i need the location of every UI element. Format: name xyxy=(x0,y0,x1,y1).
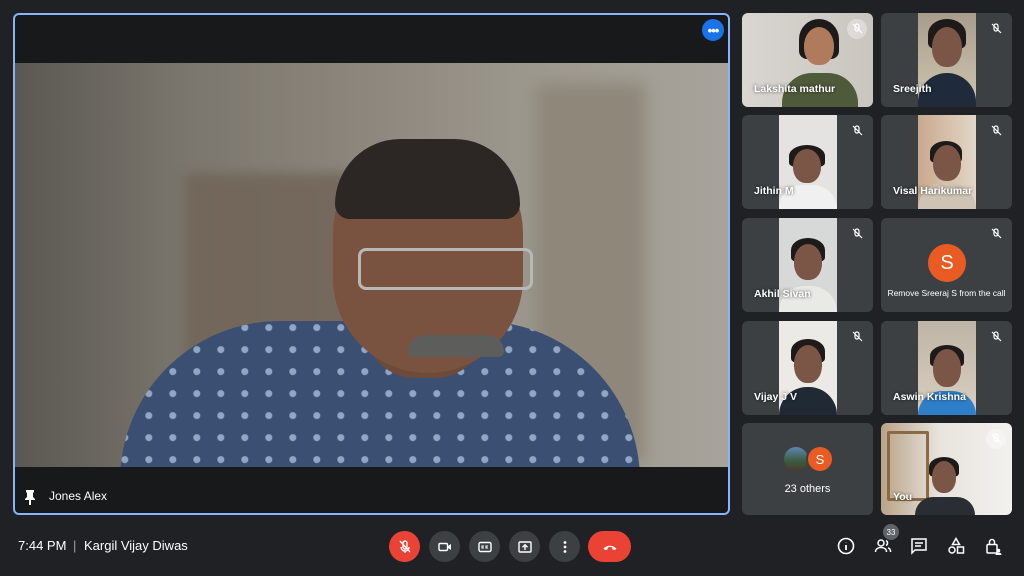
present-to-all-icon xyxy=(517,540,532,553)
meeting-details-button[interactable] xyxy=(835,535,857,557)
chat-button[interactable] xyxy=(908,535,930,557)
mic-off-icon xyxy=(847,19,867,39)
speaker-moustache xyxy=(408,335,504,357)
speaker-glasses xyxy=(358,248,533,290)
participant-name: Lakshita mathur xyxy=(754,83,836,95)
present-screen-button[interactable] xyxy=(509,531,540,562)
participant-name: Jithin M xyxy=(754,185,794,197)
participant-tile[interactable]: Sreejith xyxy=(881,13,1012,107)
avatar: S xyxy=(806,445,834,473)
chat-icon xyxy=(911,538,927,555)
mic-off-icon xyxy=(847,327,867,347)
participant-name: Sreejith xyxy=(893,83,932,95)
participant-name: Vijay J V xyxy=(754,391,798,403)
speaker-hair xyxy=(335,139,520,219)
participant-tile[interactable]: Aswin Krishna xyxy=(881,321,1012,415)
more-horiz-icon[interactable]: ••• xyxy=(702,19,724,41)
participant-tile[interactable]: S Remove Sreeraj S from the call xyxy=(881,218,1012,312)
others-tile[interactable]: S 23 others xyxy=(742,423,873,515)
activities-button[interactable] xyxy=(945,535,967,557)
more-vert-icon xyxy=(563,540,566,553)
participant-tile[interactable]: Lakshita mathur xyxy=(742,13,873,107)
captions-button[interactable] xyxy=(469,531,500,562)
activities-icon xyxy=(948,537,965,554)
mic-off-icon xyxy=(986,19,1006,39)
host-controls-button[interactable] xyxy=(982,535,1004,557)
more-options-button[interactable] xyxy=(549,531,580,562)
clock: 7:44 PM xyxy=(18,538,67,553)
participant-tile[interactable]: Akhil Sivan xyxy=(742,218,873,312)
participant-tile[interactable]: Visal Harikumar xyxy=(881,115,1012,209)
avatar: S xyxy=(928,244,966,282)
main-speaker-tile[interactable]: ••• Jones Alex xyxy=(13,13,730,515)
participant-name: You xyxy=(893,491,913,503)
others-avatars: S xyxy=(784,445,844,473)
divider: | xyxy=(73,538,77,553)
participant-name: Akhil Sivan xyxy=(754,288,811,300)
participant-name: Visal Harikumar xyxy=(893,185,973,197)
mic-off-icon xyxy=(986,121,1006,141)
mic-off-icon xyxy=(847,121,867,141)
lock-person-icon xyxy=(986,538,1002,555)
remove-participant-tooltip[interactable]: Remove Sreeraj S from the call xyxy=(881,288,1012,298)
leave-call-button[interactable] xyxy=(588,531,631,562)
others-count: 23 others xyxy=(784,483,831,495)
microphone-toggle-button[interactable] xyxy=(389,531,420,562)
mic-off-icon xyxy=(986,429,1006,449)
speaker-name: Jones Alex xyxy=(49,489,108,503)
self-tile[interactable]: You xyxy=(881,423,1012,515)
people-count-badge: 33 xyxy=(883,524,899,540)
mic-off-icon xyxy=(986,327,1006,347)
mic-off-icon xyxy=(847,224,867,244)
videocam-icon xyxy=(437,542,451,551)
camera-toggle-button[interactable] xyxy=(429,531,460,562)
mic-off-icon xyxy=(398,539,411,553)
speaker-video xyxy=(15,63,728,467)
closed-captions-icon xyxy=(477,541,492,552)
participant-name: Aswin Krishna xyxy=(893,391,966,403)
participant-tile[interactable]: Vijay J V xyxy=(742,321,873,415)
meeting-title: Kargil Vijay Diwas xyxy=(84,538,188,553)
pin-icon[interactable] xyxy=(23,489,37,505)
info-icon xyxy=(837,537,855,555)
avatar xyxy=(784,447,808,471)
meet-window: ••• Jones Alex Lakshita mathur Sreejith xyxy=(0,0,1024,576)
mic-off-icon xyxy=(986,224,1006,244)
participant-tile[interactable]: Jithin M xyxy=(742,115,873,209)
call-end-icon xyxy=(603,545,616,550)
